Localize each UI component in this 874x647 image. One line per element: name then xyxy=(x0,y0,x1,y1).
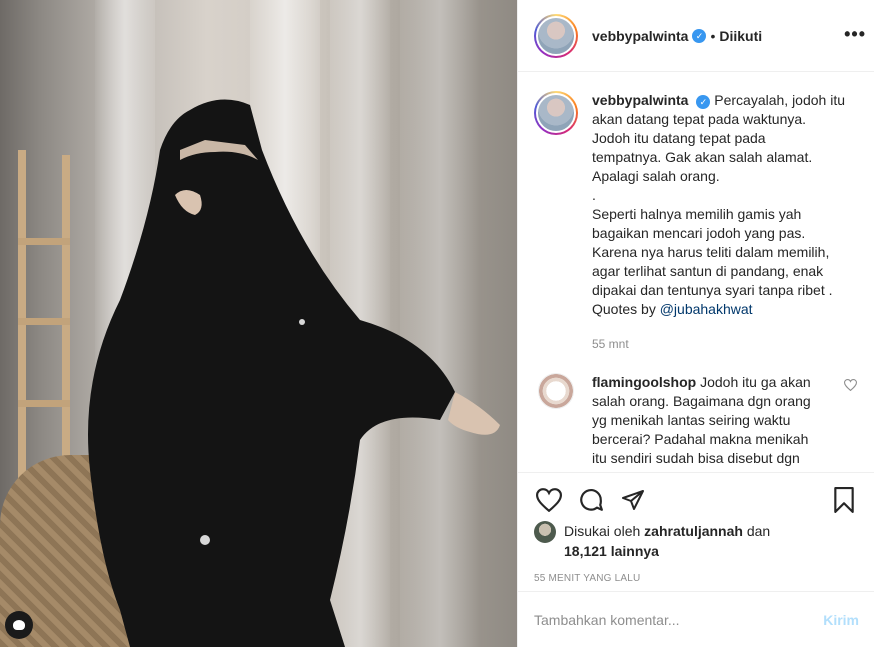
caption-line: bagaikan mencari jodoh yang pas. xyxy=(592,225,806,241)
caption-line: Jodoh itu datang tepat pada xyxy=(592,130,766,146)
more-options-icon[interactable]: ••• xyxy=(844,24,866,45)
commenter-avatar[interactable] xyxy=(538,373,574,409)
caption-line: dipakai dan tentunya syari tanpa ribet . xyxy=(592,282,833,298)
caption-username[interactable]: vebbypalwinta xyxy=(592,92,688,108)
post-comment-button[interactable]: Kirim xyxy=(823,612,859,628)
user-tag-icon[interactable] xyxy=(5,611,33,639)
avatar[interactable] xyxy=(534,13,578,58)
post-username[interactable]: vebbypalwinta xyxy=(592,28,688,44)
caption-line: Quotes by @jubahakhwat xyxy=(592,300,856,319)
caption-credit: Quotes by xyxy=(592,301,656,317)
caption-line: Percayalah, jodoh itu xyxy=(714,92,846,108)
like-icon[interactable] xyxy=(534,485,564,515)
post-detail-panel: vebbypalwinta ✓ • Diikuti ••• vebbypalwi… xyxy=(517,0,874,647)
likes-summary: Disukai oleh zahratuljannah dan 18,121 l… xyxy=(534,521,859,561)
comment-like-icon[interactable] xyxy=(843,379,858,394)
caption-line: . xyxy=(592,187,596,203)
follow-separator: • xyxy=(710,27,716,44)
post-actions: Disukai oleh zahratuljannah dan 18,121 l… xyxy=(518,472,874,584)
comment-line: salah orang. Bagaimana dgn orang xyxy=(592,393,811,409)
mention-link[interactable]: @jubahakhwat xyxy=(660,301,753,317)
caption-avatar[interactable] xyxy=(534,91,578,135)
caption-line: tempatnya. Gak akan salah alamat. xyxy=(592,149,813,165)
comment-text: flamingoolshop Jodoh itu ga akan salah o… xyxy=(592,373,824,468)
caption-line: agar terlihat santun di pandang, enak xyxy=(592,263,824,279)
likes-prefix: Disukai oleh xyxy=(564,523,641,539)
share-icon[interactable] xyxy=(618,485,648,515)
verified-icon: ✓ xyxy=(696,95,711,109)
comment-icon[interactable] xyxy=(576,485,606,515)
comment-line: Jodoh itu ga akan xyxy=(700,374,811,390)
verified-icon: ✓ xyxy=(692,28,707,43)
add-comment-bar: Kirim xyxy=(518,591,874,647)
commenter-username[interactable]: flamingoolshop xyxy=(592,374,696,390)
liker-username[interactable]: zahratuljannah xyxy=(644,523,743,539)
caption-time[interactable]: 55 mnt xyxy=(592,337,859,351)
post-photo[interactable] xyxy=(0,0,517,647)
comment: flamingoolshop Jodoh itu ga akan salah o… xyxy=(534,373,859,468)
likes-count[interactable]: 18,121 lainnya xyxy=(564,543,659,559)
caption-line: Karena nya harus teliti dalam memilih, xyxy=(592,244,830,260)
model-figure xyxy=(88,99,500,647)
likes-and: dan xyxy=(746,523,771,539)
caption: vebbypalwinta ✓ Percayalah, jodoh itu ak… xyxy=(534,91,859,319)
liker-avatar[interactable] xyxy=(534,521,556,543)
comment-line: yg menikah lantas seiring waktu xyxy=(592,412,791,428)
comment-line: itu sendiri sudah bisa disebut dgn xyxy=(592,450,800,466)
comment-input[interactable] xyxy=(534,611,824,628)
caption-line: Seperti halnya memilih gamis yah xyxy=(592,206,802,222)
caption-text: vebbypalwinta ✓ Percayalah, jodoh itu ak… xyxy=(592,91,856,319)
action-icons xyxy=(534,485,859,515)
follow-status-button[interactable]: Diikuti xyxy=(719,28,762,44)
post-header: vebbypalwinta ✓ • Diikuti ••• xyxy=(518,0,874,72)
comment-line: bercerai? Padahal makna menikah xyxy=(592,431,809,447)
caption-line: Apalagi salah orang. xyxy=(592,168,720,184)
bookmark-icon[interactable] xyxy=(829,485,859,515)
post-timestamp[interactable]: 55 MENIT YANG LALU xyxy=(534,573,859,584)
comments-section[interactable]: vebbypalwinta ✓ Percayalah, jodoh itu ak… xyxy=(518,73,874,471)
caption-line: akan datang tepat pada waktunya. xyxy=(592,111,807,127)
